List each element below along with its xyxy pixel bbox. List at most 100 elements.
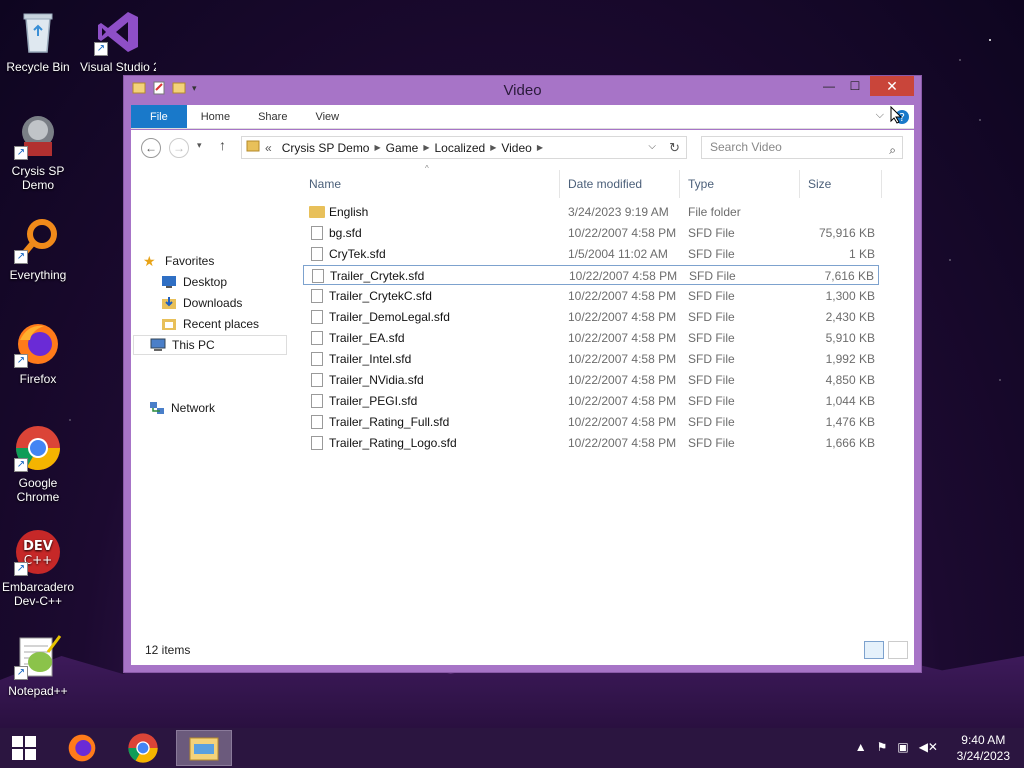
file-icon [311, 394, 323, 408]
desktop-icon-recycle-bin[interactable]: Recycle Bin [0, 8, 76, 74]
back-button[interactable]: ← [141, 138, 161, 158]
taskbar-firefox[interactable] [54, 730, 110, 766]
view-toggle [864, 641, 908, 659]
column-header-size[interactable]: Size [802, 170, 882, 198]
file-type: SFD File [688, 247, 735, 261]
refresh-icon[interactable]: ↻ [669, 140, 680, 156]
tab-share[interactable]: Share [244, 105, 301, 128]
network-status-icon[interactable]: ▣ [897, 740, 908, 754]
sidebar-item-this-pc[interactable]: This PC [133, 335, 287, 355]
file-explorer-icon [189, 737, 219, 761]
table-row[interactable]: bg.sfd 10/22/2007 4:58 PM SFD File 75,916 K… [303, 223, 879, 243]
desktop-icon-devcpp[interactable]: DEV C++ ↗ Embarcadero Dev-C++ [0, 528, 76, 608]
sidebar-item-network[interactable]: Network [149, 398, 215, 418]
forward-button[interactable]: → [169, 138, 189, 158]
file-size: 75,916 KB [818, 226, 875, 240]
breadcrumb-game[interactable]: Game [381, 141, 424, 155]
file-name: Trailer_EA.sfd [329, 331, 405, 345]
file-date: 10/22/2007 4:58 PM [568, 436, 677, 450]
table-row[interactable]: Trailer_CrytekC.sfd 10/22/2007 4:58 PM SFD… [303, 286, 879, 306]
file-icon [311, 289, 323, 303]
file-date: 10/22/2007 4:58 PM [569, 269, 678, 283]
minimize-button[interactable]: — [815, 76, 843, 96]
breadcrumb-localized[interactable]: Localized [429, 141, 490, 155]
table-row[interactable]: CryTek.sfd 1/5/2004 11:02 AM SFD File 1 KB [303, 244, 879, 264]
file-date: 10/22/2007 4:58 PM [568, 289, 677, 303]
file-name: Trailer_Crytek.sfd [330, 269, 425, 283]
address-bar[interactable]: « Crysis SP Demo ▶ Game ▶ Localized ▶ Vi… [241, 136, 687, 159]
desktop-icon-firefox[interactable]: ↗ Firefox [0, 320, 76, 386]
tab-home[interactable]: Home [187, 105, 244, 128]
table-row[interactable]: Trailer_Crytek.sfd 10/22/2007 4:58 PM SFD … [303, 265, 879, 285]
svg-text:DEV: DEV [23, 539, 53, 554]
desktop-icon-notepadpp[interactable]: ↗ Notepad++ [0, 632, 76, 698]
desktop-icon-crysis[interactable]: ↗ Crysis SP Demo [0, 112, 76, 192]
breadcrumb-overflow[interactable]: « [260, 141, 277, 155]
table-row[interactable]: Trailer_EA.sfd 10/22/2007 4:58 PM SFD File… [303, 328, 879, 348]
start-button[interactable] [0, 730, 48, 766]
downloads-icon [161, 296, 177, 310]
file-type: SFD File [688, 331, 735, 345]
file-type: File folder [688, 205, 741, 219]
breadcrumb-video[interactable]: Video [496, 141, 536, 155]
close-button[interactable]: ✕ [870, 76, 914, 96]
taskbar-file-explorer[interactable] [176, 730, 232, 766]
table-row[interactable]: Trailer_Rating_Full.sfd 10/22/2007 4:58 P… [303, 412, 879, 432]
sidebar-item-downloads[interactable]: Downloads [161, 293, 242, 313]
desktop-icon-label: Google Chrome [16, 476, 60, 504]
action-center-flag-icon[interactable]: ⚑ [877, 740, 888, 754]
clock[interactable]: 9:40 AM 3/24/2023 [957, 732, 1010, 764]
column-header-name[interactable]: Name [303, 170, 560, 198]
desktop-icon-chrome[interactable]: ↗ Google Chrome [0, 424, 76, 504]
file-icon [311, 415, 323, 429]
system-tray: ▲ ⚑ ▣ ◀✕ [855, 740, 938, 754]
up-arrow-icon[interactable]: ↑ [219, 137, 226, 153]
table-row[interactable]: English 3/24/2023 9:19 AM File folder [303, 202, 879, 222]
title-bar[interactable]: ▾ Video — ☐ ✕ [124, 76, 921, 104]
file-name: Trailer_PEGI.sfd [329, 394, 418, 408]
table-row[interactable]: Trailer_NVidia.sfd 10/22/2007 4:58 PM SFD … [303, 370, 879, 390]
recent-locations-chevron-icon[interactable]: ▾ [197, 140, 202, 151]
windows-logo-icon [12, 736, 36, 760]
address-dropdown-icon[interactable]: ⌵ [648, 141, 656, 152]
shortcut-arrow-icon: ↗ [14, 666, 28, 680]
file-size: 7,616 KB [824, 269, 874, 283]
file-type: SFD File [688, 226, 735, 240]
table-row[interactable]: Trailer_PEGI.sfd 10/22/2007 4:58 PM SFD Fi… [303, 391, 879, 411]
details-view-button[interactable] [864, 641, 884, 659]
show-hidden-icons-icon[interactable]: ▲ [855, 740, 867, 754]
desktop-icon-label: Recycle Bin [6, 60, 70, 74]
desktop-icon-label: Embarcadero Dev-C++ [1, 580, 75, 608]
search-icon[interactable]: ⌕ [889, 140, 896, 161]
file-type: SFD File [688, 415, 735, 429]
taskbar: ▲ ⚑ ▣ ◀✕ 9:40 AM 3/24/2023 [0, 728, 1024, 768]
column-header-type[interactable]: Type [682, 170, 800, 198]
desktop-icon-everything[interactable]: ↗ Everything [0, 216, 76, 282]
tab-view[interactable]: View [301, 105, 353, 128]
desktop-icon-visual-studio[interactable]: ↗ Visual Studio 201 [80, 8, 156, 74]
sidebar-item-favorites[interactable]: ★ Favorites [143, 251, 214, 271]
sidebar-item-recent-places[interactable]: Recent places [161, 314, 259, 334]
chrome-icon [128, 733, 158, 763]
table-row[interactable]: Trailer_Rating_Logo.sfd 10/22/2007 4:58 P… [303, 433, 879, 453]
breadcrumb-crysis-sp-demo[interactable]: Crysis SP Demo [277, 141, 375, 155]
taskbar-chrome[interactable] [115, 730, 171, 766]
large-icons-view-button[interactable] [888, 641, 908, 659]
sidebar-item-label: Recent places [183, 317, 260, 331]
status-bar: 12 items [131, 635, 914, 665]
file-size: 1,992 KB [825, 352, 875, 366]
search-input[interactable]: Search Video ⌕ [701, 136, 903, 159]
sidebar-item-desktop[interactable]: Desktop [161, 272, 227, 292]
breadcrumb-separator-icon[interactable]: ▶ [537, 143, 543, 152]
table-row[interactable]: Trailer_DemoLegal.sfd 10/22/2007 4:58 PM S… [303, 307, 879, 327]
sidebar-item-label: This PC [172, 338, 215, 352]
volume-muted-icon[interactable]: ◀✕ [919, 740, 938, 754]
file-icon [311, 247, 323, 261]
file-type: SFD File [688, 289, 735, 303]
expand-ribbon-icon[interactable]: ⌵ [876, 109, 884, 128]
table-row[interactable]: Trailer_Intel.sfd 10/22/2007 4:58 PM SFD F… [303, 349, 879, 369]
maximize-button[interactable]: ☐ [841, 76, 869, 96]
column-header-date[interactable]: Date modified [562, 170, 680, 198]
tab-file[interactable]: File [131, 105, 187, 128]
ribbon-tabs: File Home Share View ⌵ ? [131, 105, 914, 129]
